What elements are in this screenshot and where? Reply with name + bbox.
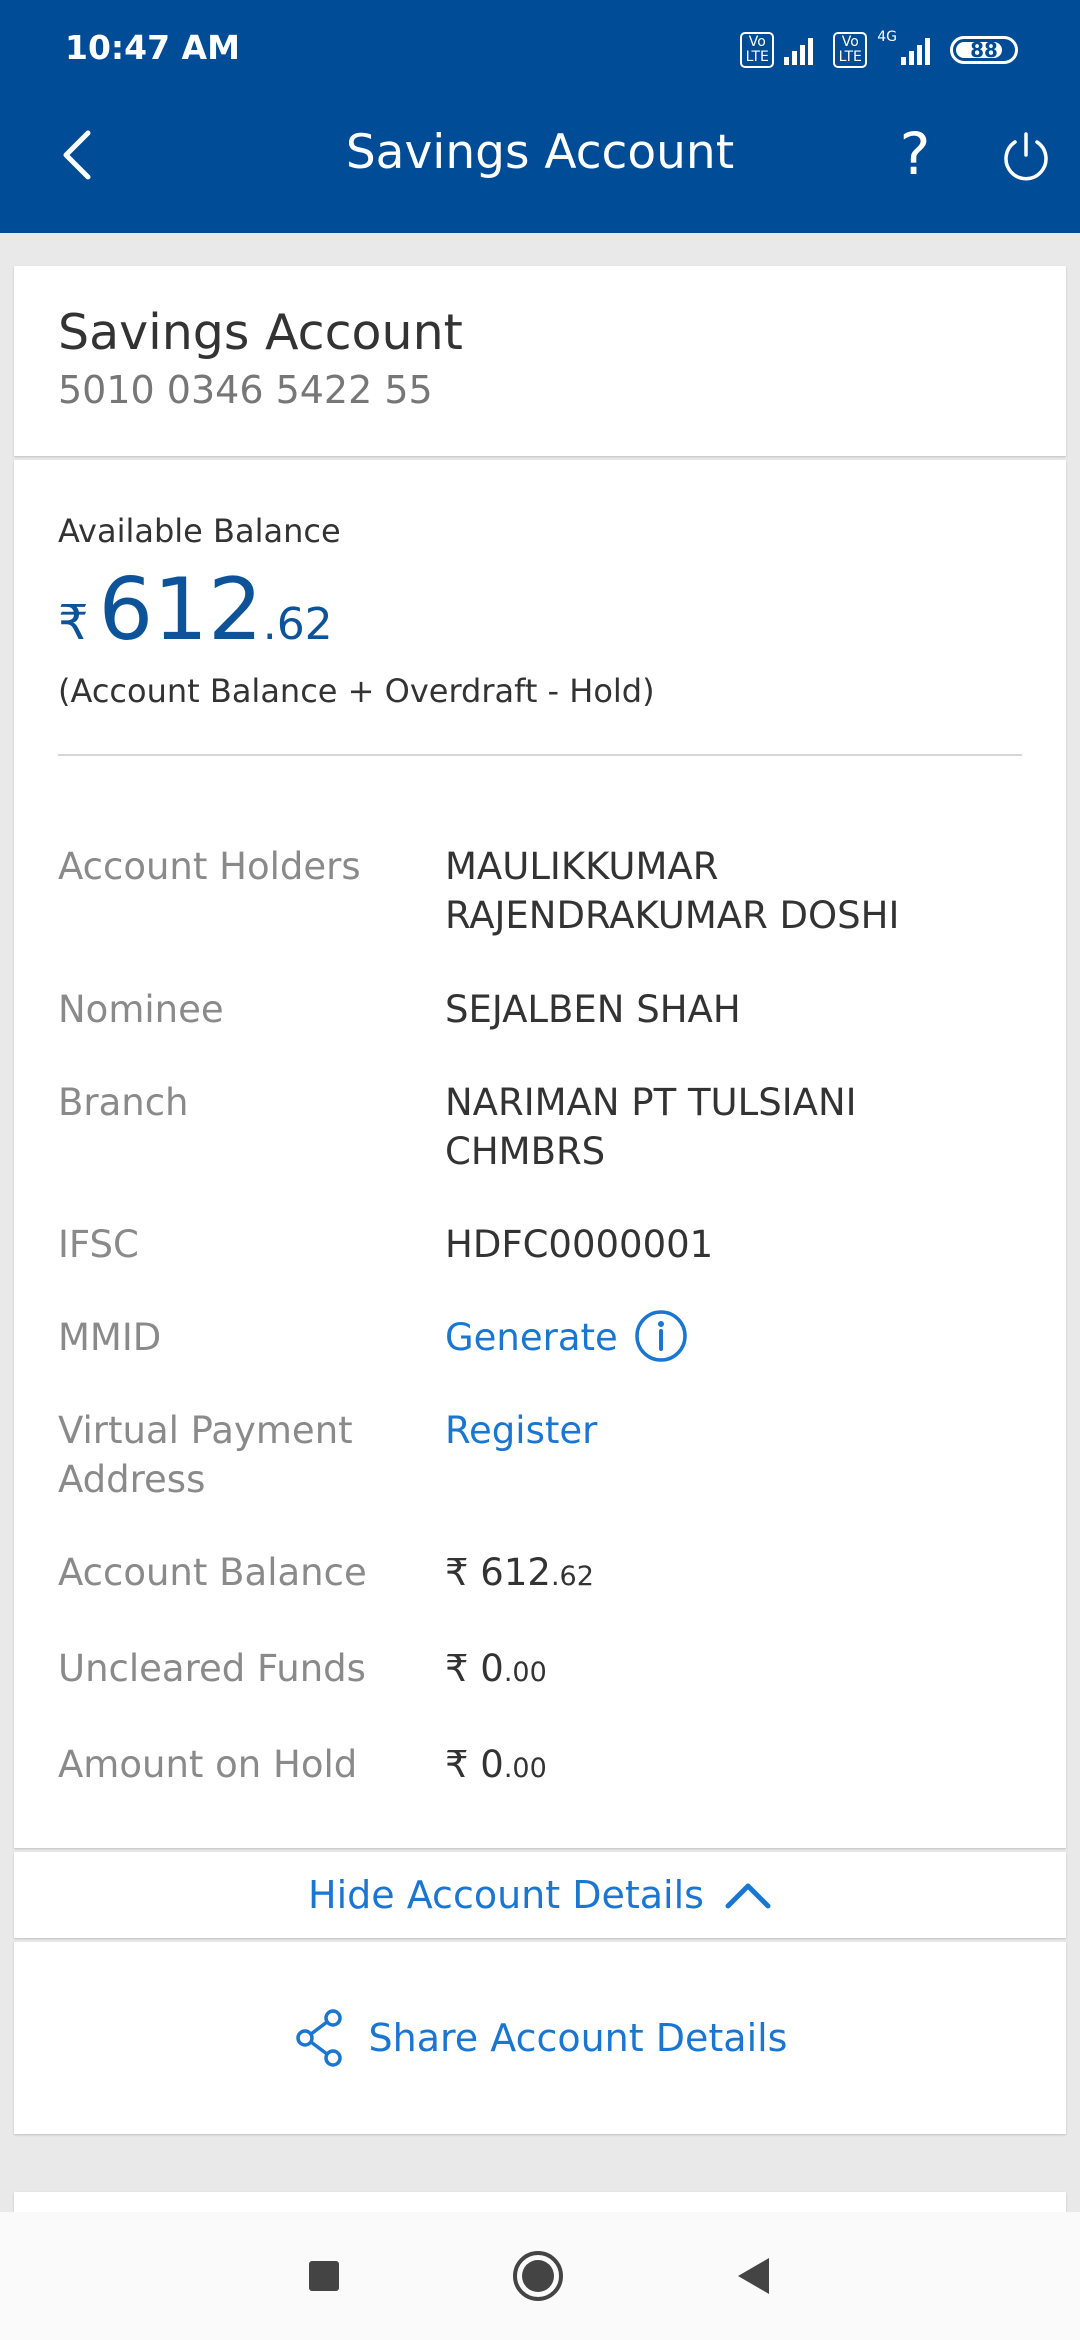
share-icon — [295, 2009, 342, 2067]
share-account-details-button[interactable]: Share Account Details — [14, 1942, 1066, 2134]
network-type: 4G — [877, 29, 897, 45]
volte-icon: Vo LTE — [833, 32, 868, 68]
amount-whole: ₹ 0 — [445, 1743, 504, 1786]
generate-mmid-link[interactable]: Generate — [445, 1316, 618, 1359]
signal-icon — [901, 35, 930, 65]
detail-row-mmid: MMID Generate — [58, 1309, 1022, 1363]
power-icon — [1004, 132, 1048, 181]
chevron-up-icon — [725, 1883, 771, 1909]
info-icon[interactable] — [634, 1309, 688, 1363]
detail-row-amount-on-hold: Amount on Hold ₹ 0.00 — [58, 1740, 1022, 1790]
detail-label: Amount on Hold — [58, 1743, 358, 1786]
detail-label: IFSC — [58, 1223, 139, 1266]
account-number: 5010 0346 5422 55 — [58, 368, 433, 412]
detail-value: MAULIKKUMAR RAJENDRAKUMAR DOSHI — [445, 845, 900, 937]
available-balance-label: Available Balance — [58, 512, 341, 550]
hide-account-details-button[interactable]: Hide Account Details — [14, 1852, 1066, 1938]
circle-icon[interactable] — [511, 2249, 565, 2303]
detail-value: NARIMAN PT TULSIANI CHMBRS — [445, 1081, 857, 1173]
battery-level: 88 — [970, 38, 998, 62]
hide-details-label: Hide Account Details — [308, 1873, 704, 1917]
square-icon[interactable] — [307, 2259, 341, 2293]
share-details-card: Share Account Details — [14, 1942, 1066, 2134]
hide-details-card: Hide Account Details — [14, 1852, 1066, 1938]
detail-row-nominee: Nominee SEJALBEN SHAH — [58, 985, 1022, 1035]
detail-value: ₹ 0.00 — [445, 1740, 1022, 1793]
share-details-label: Share Account Details — [368, 2016, 788, 2060]
detail-value: HDFC0000001 — [445, 1223, 714, 1266]
register-vpa-link[interactable]: Register — [445, 1409, 597, 1452]
detail-label: Uncleared Funds — [58, 1647, 366, 1690]
detail-label: Virtual Payment Address — [58, 1409, 353, 1501]
detail-row-account-balance: Account Balance ₹ 612.62 — [58, 1548, 1022, 1598]
amount-whole: ₹ 0 — [445, 1647, 504, 1690]
detail-label: MMID — [58, 1316, 162, 1359]
logout-button[interactable] — [998, 128, 1054, 184]
help-button[interactable]: ? — [890, 120, 940, 188]
detail-row-account-holders: Account Holders MAULIKKUMAR RAJENDRAKUMA… — [58, 842, 1022, 942]
app-bar: 10:47 AM Vo LTE Vo LTE 4G 88 Savings Acc… — [0, 0, 1080, 233]
balance-whole: 612 — [98, 560, 263, 660]
detail-label: Branch — [58, 1081, 189, 1124]
account-header-card: Savings Account 5010 0346 5422 55 — [14, 266, 1066, 456]
balance-fraction: .62 — [262, 599, 333, 650]
detail-value: ₹ 0.00 — [445, 1644, 1022, 1697]
currency-symbol: ₹ — [58, 595, 89, 651]
system-nav-bar — [0, 2212, 1080, 2340]
amount-fraction: .00 — [503, 1657, 547, 1688]
balance-note: (Account Balance + Overdraft - Hold) — [58, 672, 655, 710]
detail-row-ifsc: IFSC HDFC0000001 — [58, 1220, 1022, 1270]
signal-icon — [784, 35, 814, 65]
triangle-back-icon[interactable] — [735, 2256, 773, 2296]
amount-fraction: .00 — [503, 1753, 547, 1784]
available-balance: ₹612.62 — [58, 560, 333, 660]
detail-label: Nominee — [58, 988, 224, 1031]
amount-fraction: .62 — [550, 1561, 594, 1592]
detail-row-vpa: Virtual Payment Address Register — [58, 1406, 1022, 1506]
detail-value: ₹ 612.62 — [445, 1548, 1022, 1601]
battery-icon: 88 — [950, 36, 1018, 64]
divider — [58, 754, 1022, 756]
detail-row-uncleared-funds: Uncleared Funds ₹ 0.00 — [58, 1644, 1022, 1694]
detail-label: Account Balance — [58, 1551, 367, 1594]
amount-whole: ₹ 612 — [445, 1551, 551, 1594]
detail-row-branch: Branch NARIMAN PT TULSIANI CHMBRS — [58, 1078, 1022, 1178]
detail-label: Account Holders — [58, 845, 361, 888]
status-time: 10:47 AM — [65, 28, 240, 67]
account-details-card: Available Balance ₹612.62 (Account Balan… — [14, 460, 1066, 1848]
next-card-peek — [14, 2192, 1066, 2212]
detail-value: SEJALBEN SHAH — [445, 988, 741, 1031]
volte-icon: Vo LTE — [740, 32, 775, 68]
account-name: Savings Account — [58, 304, 463, 361]
status-icons: Vo LTE Vo LTE 4G 88 — [740, 30, 1018, 70]
